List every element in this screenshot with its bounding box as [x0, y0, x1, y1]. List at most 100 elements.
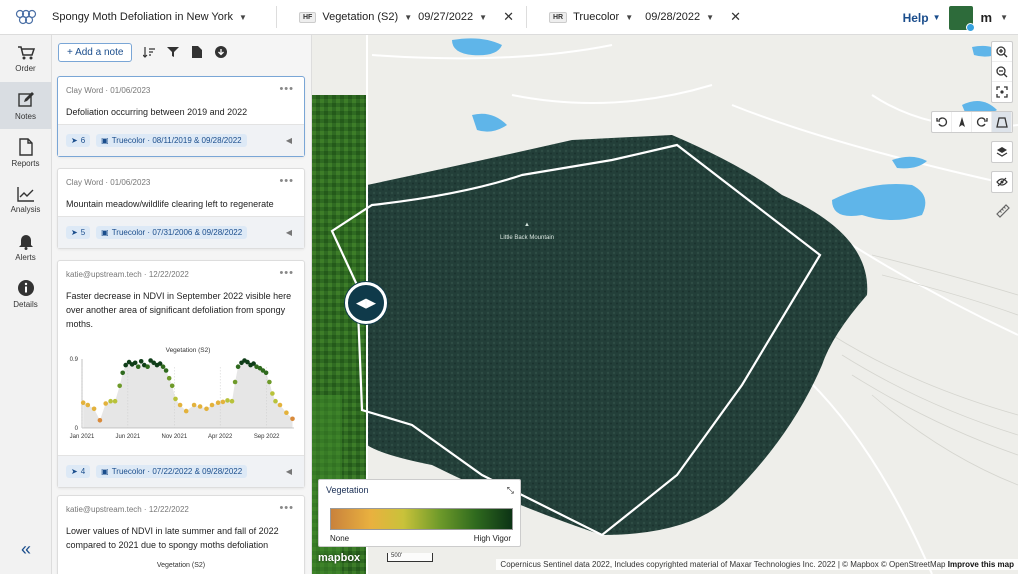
map-place-label: ▲: [524, 222, 530, 228]
expand-arrow-icon[interactable]: ◀: [286, 136, 292, 145]
3d-view-icon[interactable]: [992, 112, 1012, 132]
collapse-sidebar-icon[interactable]: «: [0, 539, 52, 560]
sort-icon[interactable]: [142, 45, 156, 59]
layer-pill[interactable]: ▣ Truecolor · 08/11/2019 & 09/28/2022: [96, 134, 247, 147]
layer-pill[interactable]: ▣ Truecolor · 07/22/2022 & 09/28/2022: [96, 465, 248, 478]
location-count-pill[interactable]: ➤ 6: [66, 134, 91, 147]
chart-data-point: [232, 379, 238, 385]
fit-bounds-icon[interactable]: [992, 82, 1012, 102]
layer2-date[interactable]: 09/28/2022: [645, 11, 700, 23]
chevron-down-icon[interactable]: ▼: [1000, 13, 1008, 22]
layer-pill-text: Truecolor · 07/22/2022 & 09/28/2022: [111, 467, 243, 476]
more-options-icon[interactable]: •••: [279, 502, 294, 514]
chart-data-point: [145, 364, 150, 369]
nav-item-alerts[interactable]: Alerts: [0, 223, 51, 270]
location-count: 6: [80, 136, 86, 145]
chart-data-point: [183, 408, 189, 414]
image-icon: ▣: [101, 228, 109, 237]
top-bar: Spongy Moth Defoliation in New York ▼ HF…: [0, 0, 1018, 35]
chart-data-point: [229, 398, 235, 404]
help-label: Help: [902, 10, 929, 25]
add-note-button[interactable]: + Add a note: [58, 42, 133, 62]
layer1-date[interactable]: 09/27/2022: [418, 11, 473, 23]
chart-data-point: [166, 375, 172, 381]
improve-map-link[interactable]: Improve this map: [948, 560, 1014, 569]
note-author: katie@upstream.tech · 12/22/2022: [66, 270, 189, 279]
vegetation-chart: Vegetation (S2) 0 0.9 Jan 2021 Jun 2021 Nov 2…: [70, 347, 295, 440]
chart-data-point: [191, 402, 197, 408]
map-view[interactable]: ▲ Little Back Mountain ◀▶ Vegetation ⤡ N…: [312, 35, 1018, 574]
ruler-icon[interactable]: [993, 201, 1013, 221]
user-initial[interactable]: m: [981, 10, 993, 25]
expand-arrow-icon[interactable]: ◀: [286, 228, 292, 237]
chart-data-point: [263, 370, 269, 376]
caret-down-icon: ▼: [706, 12, 715, 22]
collapse-arrows-icon[interactable]: ⤡: [507, 485, 514, 496]
note-card[interactable]: Clay Word · 01/06/2023 ••• Defoliation o…: [57, 76, 305, 157]
more-options-icon[interactable]: •••: [279, 83, 294, 95]
zoom-out-icon[interactable]: [992, 62, 1012, 82]
note-footer: ➤ 5 ▣ Truecolor · 07/31/2006 & 09/28/2022 …: [58, 216, 304, 248]
nav-item-analysis[interactable]: Analysis: [0, 176, 51, 223]
location-count-pill[interactable]: ➤ 5: [66, 226, 91, 239]
chart-x-tick-label: Jun 2021: [116, 434, 141, 440]
avatar[interactable]: [948, 5, 975, 32]
zoom-controls: [991, 41, 1013, 103]
filter-icon[interactable]: [166, 45, 180, 59]
note-text: Defoliation occurring between 2019 and 2…: [66, 107, 248, 117]
note-card[interactable]: Clay Word · 01/06/2023 ••• Mountain mead…: [57, 168, 305, 249]
legend-high-label: High Vigor: [473, 534, 511, 543]
location-count-pill[interactable]: ➤ 4: [66, 465, 91, 478]
legend-low-label: None: [330, 534, 350, 543]
nav-label: Notes: [15, 111, 36, 121]
layer2-name: Truecolor: [573, 11, 620, 23]
project-selector[interactable]: Spongy Moth Defoliation in New York ▼: [52, 11, 252, 23]
layer-pill[interactable]: ▣ Truecolor · 07/31/2006 & 09/28/2022: [96, 226, 248, 239]
note-card[interactable]: katie@upstream.tech · 12/22/2022 ••• Low…: [57, 495, 305, 574]
chart-data-point: [173, 396, 178, 402]
more-options-icon[interactable]: •••: [279, 175, 294, 187]
image-icon: ▣: [101, 136, 109, 145]
chart-data-point: [177, 402, 183, 408]
cart-icon: [17, 45, 35, 59]
chart-title: Vegetation (S2): [166, 347, 211, 354]
close-layer2-icon[interactable]: ✕: [730, 9, 741, 25]
chart-data-point: [91, 406, 97, 412]
compass-icon[interactable]: [952, 112, 972, 132]
app-logo-icon[interactable]: [0, 0, 52, 35]
divider: [276, 6, 277, 28]
nav-item-notes[interactable]: Notes: [0, 82, 51, 129]
chart-data-point: [138, 359, 144, 364]
nav-item-reports[interactable]: Reports: [0, 129, 51, 176]
layers-icon[interactable]: [992, 142, 1012, 162]
chart-data-point: [215, 400, 221, 405]
location-count: 5: [80, 228, 86, 237]
chart-data-point: [273, 398, 278, 404]
download-icon[interactable]: [214, 45, 228, 59]
layer2-badge: HR: [549, 11, 568, 23]
swipe-handle-icon[interactable]: ◀▶: [345, 282, 387, 324]
more-options-icon[interactable]: •••: [279, 267, 294, 279]
note-footer: ➤ 6 ▣ Truecolor · 08/11/2019 & 09/28/2022 …: [58, 124, 304, 156]
rotate-right-icon[interactable]: [972, 112, 992, 132]
layer1-selector[interactable]: HF Vegetation (S2) ▼ 09/27/2022 ▼ ✕: [299, 9, 514, 25]
chart-data-point: [80, 400, 86, 405]
rotate-left-icon[interactable]: [932, 112, 952, 132]
layer2-selector[interactable]: HR Truecolor ▼ 09/28/2022 ▼ ✕: [549, 9, 741, 25]
chart-x-tick-label: Nov 2021: [161, 434, 187, 440]
zoom-in-icon[interactable]: [992, 42, 1012, 62]
mapbox-logo[interactable]: mapbox: [318, 552, 360, 564]
pencil-icon: [17, 91, 34, 107]
document-icon[interactable]: [190, 45, 204, 59]
expand-arrow-icon[interactable]: ◀: [286, 467, 292, 476]
chevron-down-icon: ▼: [932, 13, 941, 22]
vegetation-legend[interactable]: Vegetation ⤡ None High Vigor: [318, 479, 521, 547]
chart-y-tick-label: 0: [75, 426, 79, 432]
hide-eye-icon[interactable]: [992, 172, 1012, 192]
nav-item-details[interactable]: Details: [0, 270, 51, 317]
note-card[interactable]: katie@upstream.tech · 12/22/2022 ••• Fas…: [57, 260, 305, 488]
close-layer1-icon[interactable]: ✕: [503, 9, 514, 25]
help-button[interactable]: Help ▼: [903, 11, 941, 25]
nav-item-order[interactable]: Order: [0, 35, 51, 82]
map-controls: [931, 41, 1013, 221]
